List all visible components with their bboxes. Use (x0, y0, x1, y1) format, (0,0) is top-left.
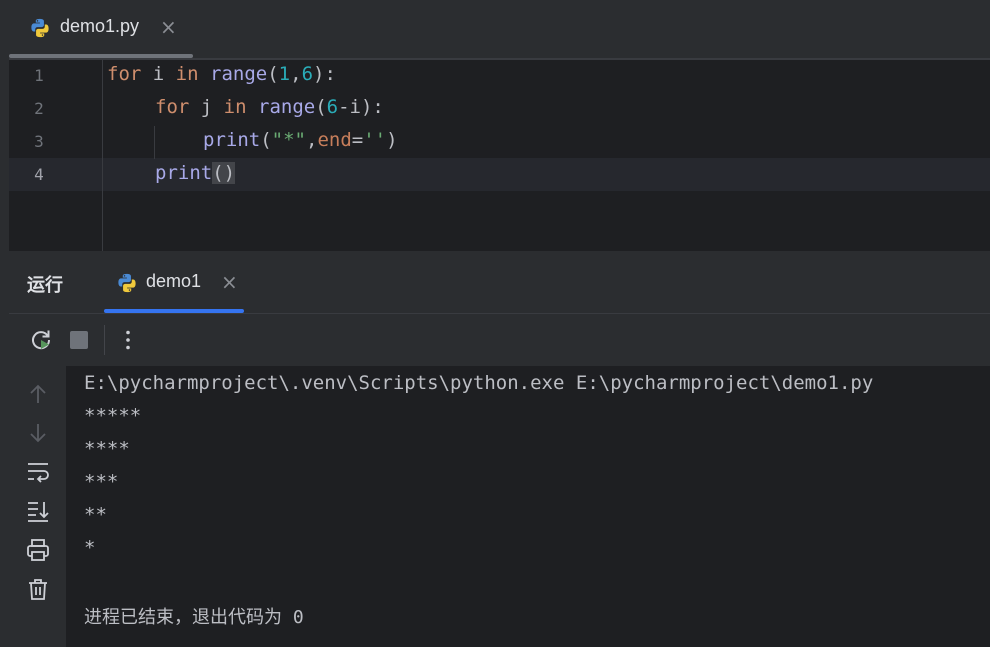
close-icon[interactable]: × (160, 15, 177, 39)
line-number: 3 (34, 132, 44, 151)
run-toolbar (9, 314, 990, 366)
rerun-icon[interactable] (28, 327, 54, 353)
editor-tab-label: demo1.py (60, 16, 140, 36)
indent-guide (102, 60, 103, 251)
console-output-line: ** (84, 504, 107, 526)
code-line[interactable]: for j in range(6-i): (155, 96, 384, 118)
console-output-line: * (84, 537, 96, 559)
print-icon[interactable] (25, 537, 51, 563)
console-output-line: *** (84, 471, 119, 493)
code-line[interactable]: for i in range(1,6): (107, 63, 336, 85)
toolbar-separator (104, 325, 105, 355)
run-panel-header: 运行 demo1 × (9, 251, 990, 313)
left-tool-strip (0, 0, 9, 647)
console-exit-message: 进程已结束，退出代码为 0 (84, 607, 304, 628)
python-icon (118, 273, 136, 293)
trash-icon[interactable] (25, 576, 51, 602)
line-number: 4 (34, 165, 44, 184)
console-output-line: **** (84, 438, 130, 460)
code-editor[interactable]: 1 2 3 4 for i in range(1,6): for j in ra… (9, 60, 990, 251)
console-output-line: ***** (84, 405, 142, 427)
close-icon[interactable]: × (221, 270, 238, 294)
code-line[interactable]: print() (155, 162, 236, 184)
soft-wrap-icon[interactable] (25, 459, 51, 485)
line-number: 2 (34, 99, 44, 118)
python-icon (31, 18, 49, 38)
arrow-down-icon[interactable] (25, 420, 51, 446)
run-tab-label: demo1 (146, 271, 202, 291)
indent-guide (154, 126, 155, 159)
stop-icon[interactable] (66, 327, 92, 353)
editor-tab-bar: demo1.py × (9, 0, 990, 58)
code-line[interactable]: print("*",end='') (203, 129, 398, 151)
console-command-line: E:\pycharmproject\.venv\Scripts\python.e… (84, 372, 874, 394)
line-number: 1 (34, 66, 44, 85)
run-panel-title: 运行 (27, 275, 63, 296)
editor-tab-demo1[interactable]: demo1.py × (9, 0, 193, 58)
scroll-to-end-icon[interactable] (25, 498, 51, 524)
run-tab-demo1[interactable]: demo1 × (104, 251, 244, 313)
console-output[interactable]: E:\pycharmproject\.venv\Scripts\python.e… (66, 366, 990, 647)
run-side-toolbar (9, 366, 66, 647)
arrow-up-icon[interactable] (25, 381, 51, 407)
more-options-icon[interactable] (115, 327, 141, 353)
